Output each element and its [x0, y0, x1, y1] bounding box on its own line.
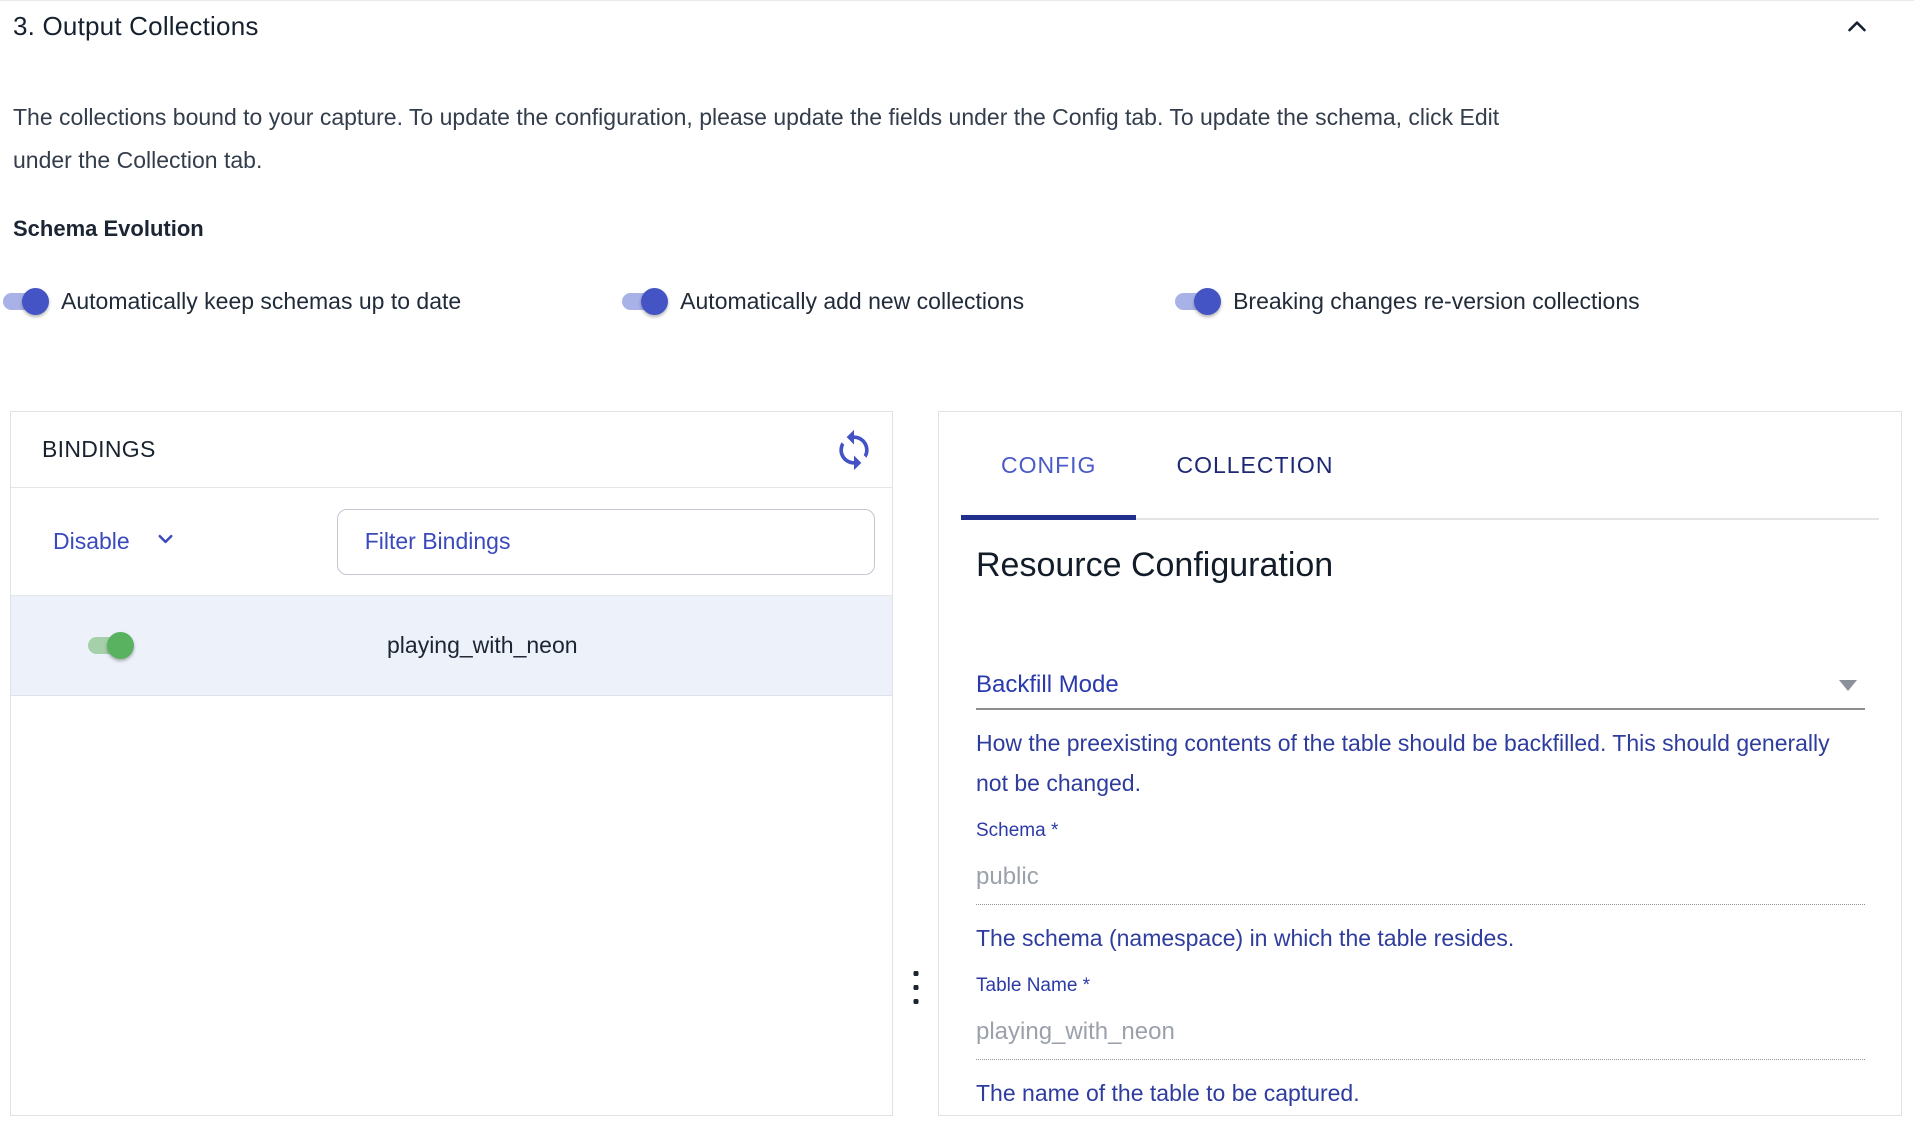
filter-bindings-input[interactable]: [337, 509, 875, 575]
binding-enabled-switch[interactable]: [87, 631, 135, 660]
toggle-label: Automatically add new collections: [680, 288, 1024, 315]
section-title: 3. Output Collections: [13, 11, 259, 42]
backfill-mode-select[interactable]: Backfill Mode: [976, 671, 1865, 699]
drag-dot: [913, 999, 918, 1004]
table-name-helper-text: The name of the table to be captured.: [976, 1073, 1865, 1113]
backfill-mode-label: Backfill Mode: [976, 671, 1119, 699]
disable-dropdown-button[interactable]: Disable: [53, 527, 177, 556]
table-name-field-label: Table Name *: [976, 975, 1865, 997]
panels-container: BINDINGS Disable playing_with_neon: [10, 411, 1902, 1116]
bindings-header: BINDINGS: [11, 412, 892, 488]
toggle-keep-schemas: Automatically keep schemas up to date: [2, 287, 461, 316]
panel-gap: [893, 411, 938, 1116]
dropdown-arrow-icon: [1839, 680, 1857, 691]
tab-collection[interactable]: COLLECTION: [1136, 412, 1373, 518]
schema-evolution-toggles: Automatically keep schemas up to date Au…: [2, 287, 1914, 316]
refresh-icon: [832, 460, 876, 475]
backfill-helper-text: How the preexisting contents of the tabl…: [976, 723, 1856, 803]
resource-config-heading: Resource Configuration: [976, 546, 1865, 585]
section-description: The collections bound to your capture. T…: [13, 96, 1543, 182]
refresh-bindings-button[interactable]: [830, 426, 878, 474]
toggle-label: Breaking changes re-version collections: [1233, 288, 1640, 315]
schema-evolution-heading: Schema Evolution: [13, 216, 1901, 242]
toggle-breaking-changes: Breaking changes re-version collections: [1174, 287, 1640, 316]
keep-schemas-switch[interactable]: [2, 287, 50, 316]
bindings-empty-area: [11, 696, 892, 1115]
chevron-up-icon: [1842, 30, 1872, 45]
table-name-field-input[interactable]: playing_with_neon: [976, 1018, 1865, 1060]
bindings-title: BINDINGS: [42, 436, 156, 463]
drag-dot: [913, 985, 918, 990]
section-header: 3. Output Collections: [0, 1, 1914, 42]
disable-label: Disable: [53, 528, 130, 555]
schema-field-label: Schema *: [976, 820, 1865, 842]
breaking-changes-switch[interactable]: [1174, 287, 1222, 316]
bindings-panel: BINDINGS Disable playing_with_neon: [10, 411, 893, 1116]
add-collections-switch[interactable]: [621, 287, 669, 316]
select-underline: [976, 708, 1865, 710]
toggle-add-collections: Automatically add new collections: [621, 287, 1024, 316]
details-tabs: CONFIG COLLECTION: [961, 412, 1879, 520]
resource-config-section: Resource Configuration Backfill Mode How…: [939, 546, 1901, 1113]
tab-config[interactable]: CONFIG: [961, 412, 1136, 518]
bindings-controls: Disable: [11, 488, 892, 596]
panel-resize-handle[interactable]: [909, 967, 922, 1008]
collapse-section-button[interactable]: [1842, 12, 1872, 42]
drag-dot: [913, 971, 918, 976]
chevron-down-icon: [154, 527, 177, 556]
details-panel: CONFIG COLLECTION Resource Configuration…: [938, 411, 1902, 1116]
binding-name: playing_with_neon: [387, 632, 578, 659]
toggle-label: Automatically keep schemas up to date: [61, 288, 461, 315]
binding-row[interactable]: playing_with_neon: [11, 596, 892, 696]
schema-helper-text: The schema (namespace) in which the tabl…: [976, 918, 1865, 958]
schema-field-input[interactable]: public: [976, 863, 1865, 905]
